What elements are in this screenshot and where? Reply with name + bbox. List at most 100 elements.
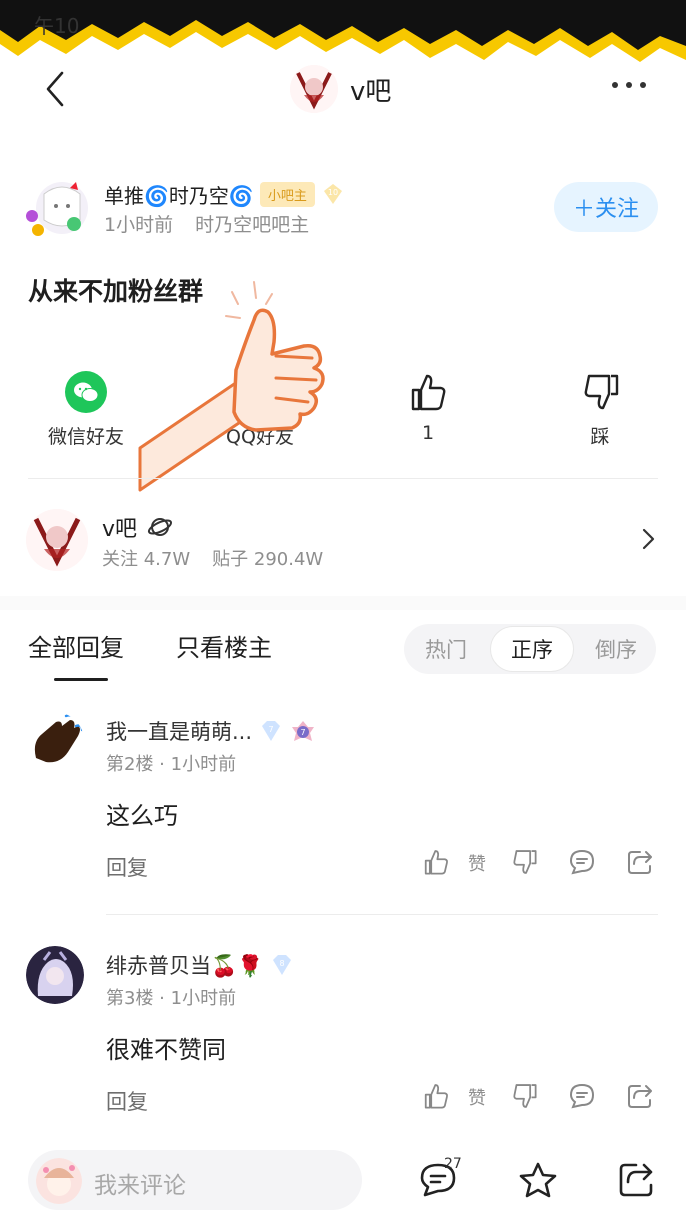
reply-dislike-button[interactable] — [508, 1080, 540, 1112]
share-icon — [619, 1163, 653, 1197]
like-count: 1 — [421, 422, 435, 444]
author-avatar[interactable] — [24, 180, 94, 240]
author-name[interactable]: 单推🌀时乃空🌀 — [104, 180, 254, 209]
reply-name-row: 绯赤普贝当🍒🌹 8 — [106, 950, 295, 980]
reply-avatar[interactable] — [26, 946, 84, 1004]
reply-content: 这么巧 — [106, 802, 178, 830]
reply-username[interactable]: 绯赤普贝当🍒🌹 — [106, 950, 263, 980]
forum-header[interactable]: v吧 — [290, 65, 391, 113]
comment-icon — [569, 1083, 595, 1109]
more-dot — [640, 82, 646, 88]
fan-level-icon: 7 — [292, 721, 315, 741]
reply-share-button[interactable] — [624, 1080, 656, 1112]
level-number: 10 — [328, 188, 338, 197]
reply-meta: 第2楼 · 1小时前 — [106, 754, 237, 775]
wechat-icon — [65, 371, 107, 413]
forum-avatar — [290, 65, 338, 113]
share-icon — [628, 851, 652, 874]
divider — [28, 478, 658, 479]
thumbs-up-icon — [424, 1084, 448, 1109]
like-label: 赞 — [468, 854, 486, 875]
level-badge-icon: 10 — [321, 182, 345, 206]
bottom-bar: 我来评论 27 — [0, 1140, 686, 1221]
post-author: 单推🌀时乃空🌀 小吧主 10 1小时前 时乃空吧吧主 ＋关注 — [24, 180, 664, 242]
author-meta: 1小时前 时乃空吧吧主 — [104, 210, 309, 237]
star-icon — [519, 1162, 557, 1198]
more-dots-icon — [612, 82, 618, 88]
divider — [106, 914, 658, 915]
reply-like-button[interactable] — [420, 1080, 452, 1112]
back-button[interactable] — [38, 67, 78, 111]
thumbs-down-icon — [513, 850, 537, 874]
forum-followers: 关注 4.7W — [102, 549, 191, 570]
status-time: 午10 — [34, 14, 80, 38]
reply-dislike-button[interactable] — [508, 846, 540, 878]
author-name-row: 单推🌀时乃空🌀 小吧主 10 — [104, 180, 345, 208]
reply-actions: 赞 — [420, 846, 660, 882]
reply-actions: 赞 — [420, 1080, 660, 1116]
comment-placeholder: 我来评论 — [94, 1173, 186, 1199]
reply-like-button[interactable] — [420, 846, 452, 878]
more-button[interactable] — [612, 75, 652, 95]
diamond-level-icon: 7 — [262, 721, 281, 741]
thumbs-up-icon — [424, 850, 448, 875]
like-button[interactable]: 1 — [358, 370, 498, 444]
wechat-label: 微信好友 — [47, 426, 124, 448]
forum-name: v吧 — [102, 517, 138, 542]
sort-desc[interactable]: 倒序 — [574, 624, 658, 674]
my-avatar — [36, 1158, 82, 1204]
reply-tabs: 全部回复 只看楼主 热门 正序 倒序 — [0, 618, 686, 682]
reply-username[interactable]: 我一直是萌萌... — [106, 716, 252, 746]
sort-hot[interactable]: 热门 — [404, 624, 488, 674]
tab-active-indicator — [54, 678, 108, 681]
more-dot — [626, 82, 632, 88]
post-time: 1小时前 — [104, 214, 174, 236]
forum-card[interactable]: v吧 关注 4.7W 贴子 290.4W — [26, 505, 666, 585]
forum-card-avatar — [26, 509, 88, 571]
sort-toggle: 热门 正序 倒序 — [404, 624, 656, 674]
top-bar: v吧 — [0, 55, 686, 125]
reply-item: 绯赤普贝当🍒🌹 8 第3楼 · 1小时前 很难不赞同 回复 赞 — [0, 946, 686, 1126]
section-separator — [0, 596, 686, 610]
admin-badge: 小吧主 — [259, 181, 315, 207]
forum-stats: 关注 4.7W 贴子 290.4W — [102, 545, 323, 571]
reply-name-row: 我一直是萌萌... 7 7 — [106, 716, 316, 746]
favorite-button[interactable] — [518, 1160, 558, 1200]
dislike-label: 踩 — [590, 426, 610, 448]
page-title: v吧 — [350, 76, 392, 107]
reply-meta: 第3楼 · 1小时前 — [106, 988, 237, 1009]
chevron-right-icon — [642, 528, 655, 550]
reply-comment-button[interactable] — [566, 1080, 598, 1112]
tab-op-only[interactable]: 只看楼主 — [176, 628, 272, 663]
thumbs-up-sticker — [138, 281, 325, 492]
reply-item: 我一直是萌萌... 7 7 第2楼 · 1小时前 这么巧 回复 赞 — [0, 712, 686, 892]
tab-all-replies[interactable]: 全部回复 — [28, 628, 124, 663]
reply-comment-button[interactable] — [566, 846, 598, 878]
share-wechat-button[interactable]: 微信好友 — [16, 370, 156, 449]
reply-content: 很难不赞同 — [106, 1036, 226, 1064]
thumbs-down-icon — [584, 374, 619, 410]
chevron-left-icon — [46, 71, 64, 107]
follow-button[interactable]: ＋关注 — [554, 182, 658, 232]
forum-name-row: v吧 — [102, 511, 173, 543]
thumbs-down-icon — [513, 1084, 537, 1108]
level-number: 7 — [300, 728, 305, 737]
level-number: 7 — [268, 725, 273, 734]
post-actions: 微信好友 QQ好友 1 踩 — [0, 370, 686, 460]
reply-button[interactable]: 回复 — [106, 1086, 148, 1116]
reply-share-button[interactable] — [624, 846, 656, 878]
forum-posts: 贴子 290.4W — [212, 549, 324, 570]
comment-input[interactable]: 我来评论 — [28, 1150, 362, 1210]
level-number: 8 — [280, 959, 285, 968]
like-label: 赞 — [468, 1088, 486, 1109]
share-icon — [628, 1085, 652, 1108]
share-button[interactable] — [616, 1160, 656, 1200]
author-role: 时乃空吧吧主 — [195, 214, 310, 236]
sort-asc[interactable]: 正序 — [490, 626, 574, 672]
diamond-level-icon: 8 — [273, 955, 292, 975]
dislike-button[interactable]: 踩 — [530, 370, 670, 449]
reply-avatar[interactable] — [26, 712, 84, 770]
comment-count-badge: 27 — [444, 1156, 462, 1172]
planet-icon — [147, 518, 173, 536]
reply-button[interactable]: 回复 — [106, 852, 148, 882]
